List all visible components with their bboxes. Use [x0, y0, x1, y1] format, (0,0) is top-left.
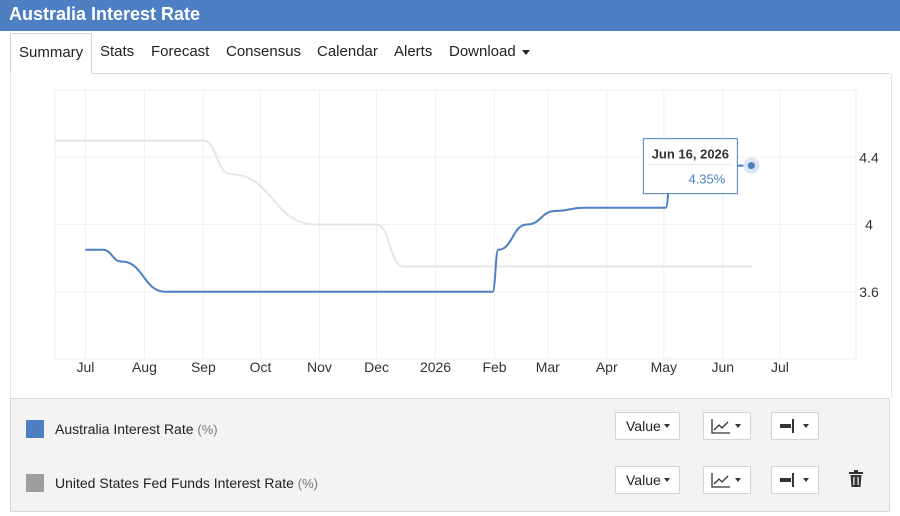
x-tick-label: Jun [712, 359, 735, 375]
x-tick-label: May [651, 359, 677, 375]
legend-row-us: United States Fed Funds Interest Rate (%… [11, 455, 889, 509]
tooltip-value: 4.35% [688, 172, 725, 187]
x-tick-label: Aug [132, 359, 157, 375]
line-chart-icon [711, 473, 730, 488]
tab-consensus[interactable]: Consensus [226, 33, 301, 71]
legend-row-australia: Australia Interest Rate (%) Value [11, 401, 889, 455]
tab-download-label: Download [449, 43, 516, 60]
chevron-down-icon [521, 49, 530, 55]
x-axis-ticks: Jul Aug Sep Oct Nov Dec 2026 Feb Mar Apr May Jun Jul [76, 359, 788, 375]
axis-side-icon [780, 419, 794, 433]
series-swatch-australia [26, 420, 44, 438]
chevron-down-icon [735, 478, 741, 482]
chart-grid [54, 89, 857, 360]
chevron-down-icon [803, 424, 809, 428]
x-tick-label: 2026 [420, 359, 451, 375]
chevron-down-icon [664, 424, 670, 428]
tab-bar: Summary Stats Forecast Consensus Calenda… [10, 33, 890, 74]
x-tick-label: Jul [771, 359, 789, 375]
value-dropdown-label: Value [626, 472, 661, 488]
x-tick-label: Dec [364, 359, 389, 375]
chart-area: Jul Aug Sep Oct Nov Dec 2026 Feb Mar Apr May Jun Jul… [10, 74, 892, 398]
x-tick-label: Nov [307, 359, 332, 375]
axis-side-icon [780, 473, 794, 487]
page-title: Australia Interest Rate [9, 4, 201, 24]
tab-download[interactable]: Download [449, 33, 530, 71]
tab-alerts[interactable]: Alerts [394, 33, 432, 71]
tab-summary[interactable]: Summary [10, 33, 93, 74]
chevron-down-icon [735, 424, 741, 428]
trash-icon [849, 470, 863, 487]
legend-series-name: Australia Interest Rate [55, 421, 194, 437]
value-dropdown[interactable]: Value [615, 466, 680, 494]
value-dropdown[interactable]: Value [615, 412, 680, 440]
axis-dropdown[interactable] [771, 412, 819, 440]
y-tick-label: 4 [865, 217, 873, 233]
value-dropdown-label: Value [626, 418, 661, 434]
chevron-down-icon [803, 478, 809, 482]
line-chart[interactable]: Jul Aug Sep Oct Nov Dec 2026 Feb Mar Apr May Jun Jul… [11, 74, 889, 398]
legend-series-name: United States Fed Funds Interest Rate [55, 475, 294, 491]
legend-series-unit: (%) [297, 476, 319, 491]
y-axis-ticks: 4.4 4 3.6 [859, 149, 879, 300]
x-tick-label: Oct [250, 359, 272, 375]
x-tick-label: Feb [482, 359, 506, 375]
chart-type-dropdown[interactable] [703, 412, 751, 440]
x-tick-label: Jul [76, 359, 94, 375]
axis-dropdown[interactable] [771, 466, 819, 494]
tab-stats[interactable]: Stats [100, 33, 134, 71]
y-tick-label: 3.6 [859, 284, 879, 300]
tab-forecast[interactable]: Forecast [151, 33, 209, 71]
title-bar: Australia Interest Rate [0, 0, 900, 31]
x-tick-label: Apr [596, 359, 618, 375]
line-chart-icon [711, 419, 730, 434]
x-tick-label: Mar [536, 359, 560, 375]
tooltip-date: Jun 16, 2026 [652, 147, 729, 162]
legend-panel: Australia Interest Rate (%) Value United… [10, 398, 890, 512]
y-tick-label: 4.4 [859, 149, 879, 165]
delete-series-button[interactable] [849, 470, 863, 492]
chevron-down-icon [664, 478, 670, 482]
legend-series-unit: (%) [197, 422, 218, 437]
hover-marker [747, 162, 755, 170]
tab-calendar[interactable]: Calendar [317, 33, 378, 71]
series-swatch-us [26, 474, 44, 492]
x-tick-label: Sep [191, 359, 216, 375]
chart-type-dropdown[interactable] [703, 466, 751, 494]
